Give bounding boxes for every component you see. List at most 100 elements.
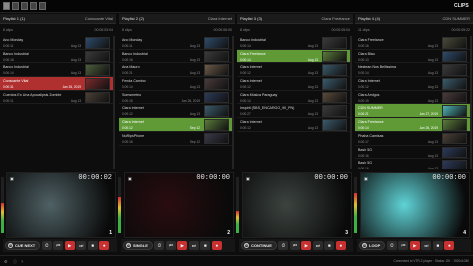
clip-row[interactable]: Clara Internet 0:00:12 Aug 13 [237, 63, 350, 78]
playlist-title[interactable]: Playlist 2 (2) [122, 14, 144, 23]
clip-date: Aug 13 [427, 44, 438, 48]
clip-row[interactable]: NuRipsPhone 0:00:16 Sep 12 [119, 132, 232, 146]
clip-duration: 0:00:11 [3, 98, 14, 103]
playlist-title[interactable]: Playlist 4 (4) [358, 14, 380, 23]
layout-1-button[interactable] [3, 2, 10, 10]
playback-mode-button[interactable]: ↻ CONTINUE [241, 241, 277, 250]
clip-thumbnail [442, 64, 467, 76]
record-icon[interactable]: ⏺ [444, 241, 455, 250]
clip-row[interactable]: Consoante Vital 0:00:31 Jan 26, 2019 [0, 77, 113, 91]
monitor-icon: ▣ [246, 176, 250, 181]
playlist-list: Ano Monday 0:00:11 Aug 13 Banco Industrial 0… [0, 36, 113, 169]
clip-name: Clara Música Paraguay [240, 92, 278, 97]
stop-icon[interactable]: ■ [432, 241, 443, 250]
clip-date: Aug 13 [307, 126, 318, 131]
playback-mode-button[interactable]: ↻ LOOP [359, 241, 386, 250]
clip-row[interactable]: Clara Música Paraguay 0:00:14 Aug 13 [237, 91, 350, 105]
layout-3-button[interactable] [21, 2, 28, 10]
previous-icon[interactable]: ⏮ [289, 241, 300, 250]
clip-row[interactable]: Clara Internet 0:00:12 Sep 12 [119, 118, 232, 132]
timer-icon[interactable]: ⏱ [41, 241, 52, 250]
clip-duration: 0:00:16 [3, 57, 14, 62]
layout-4-button[interactable] [30, 2, 37, 10]
clip-thumbnail [85, 78, 110, 90]
clip-row[interactable]: Nestean Nos Bellissima 0:00:14 Aug 13 [355, 63, 470, 78]
clip-row[interactable]: Somsmeteo 0:00:15 Jan 26, 2019 [119, 91, 232, 105]
clip-duration: 0:00:14 [358, 71, 369, 76]
playback-mode-button[interactable]: ↻ SINGLE [123, 241, 153, 250]
clip-name: Banco Industrial [240, 38, 266, 42]
clip-row[interactable]: Clara Internet 0:00:12 Aug 13 [355, 77, 470, 91]
playlist-scrollbar[interactable] [113, 36, 115, 169]
playlist-scrollbar[interactable] [350, 36, 352, 169]
clip-row[interactable]: Clara Blau 0:00:13 Aug 13 [355, 50, 470, 64]
clip-row[interactable]: Clara Internet 0:00:12 Aug 13 [119, 104, 232, 119]
play-icon[interactable]: ▶ [409, 241, 420, 250]
player-preview[interactable]: ▣ 00:00:00 3 [242, 172, 352, 238]
previous-icon[interactable]: ⏮ [398, 241, 409, 250]
previous-icon[interactable]: ⏮ [165, 241, 176, 250]
timer-icon[interactable]: ⏱ [386, 241, 397, 250]
player-preview[interactable]: ▣ 00:00:02 1 [6, 172, 116, 238]
play-icon[interactable]: ▶ [301, 241, 312, 250]
playlist-scrollbar[interactable] [232, 36, 234, 169]
play-icon[interactable]: ▶ [64, 241, 75, 250]
player-preview[interactable]: ▣ 00:00:00 2 [124, 172, 234, 238]
record-icon[interactable]: ⏺ [99, 241, 110, 250]
clip-row[interactable]: Clara Freelance 0:00:14 Aug 13 [237, 49, 350, 64]
playlist-title[interactable]: Playlist 3 (3) [240, 14, 262, 23]
layout-5-button[interactable] [39, 2, 46, 10]
next-icon[interactable]: ⏭ [312, 241, 323, 250]
clip-row[interactable]: Bash 5G0:00:16 Aug 13 [355, 146, 470, 160]
settings-gear-icon[interactable]: ⚙ [4, 259, 8, 264]
clip-row[interactable]: Clara Freelance 0:00:16 Aug 13 [355, 36, 470, 50]
clip-date: Aug 13 [307, 112, 318, 117]
clip-name: Clara Internet [122, 120, 144, 125]
stop-icon[interactable]: ■ [87, 241, 98, 250]
clip-row[interactable]: Clara Freelance 0:00:14 Jan 26, 2019 [355, 118, 470, 132]
stop-icon[interactable]: ■ [200, 241, 211, 250]
next-icon[interactable]: ⏭ [421, 241, 432, 250]
clip-date: Aug 13 [189, 57, 200, 62]
clip-name: Fenda Camino [122, 79, 146, 84]
clip-row[interactable]: Banco Industrial 0:00:14 Aug 13 [237, 36, 350, 50]
playlist-scrollbar[interactable] [470, 36, 472, 169]
playlist-title[interactable]: Playlist 1 (1) [3, 14, 25, 23]
clip-row[interactable]: Bash 5G0:00:16 Aug 13 [355, 159, 470, 169]
clip-row[interactable]: Inspirit (SBS_ENCARGO_90_PN) 0:00:27 Aug 1… [237, 104, 350, 119]
clip-row[interactable]: Fenda Camino 0:00:14 Aug 13 [119, 77, 232, 91]
layout-2-button[interactable] [12, 2, 19, 10]
help-icon[interactable]: ? [21, 259, 23, 264]
clip-duration: 0:00:12 [122, 112, 133, 117]
record-icon[interactable]: ⏺ [211, 241, 222, 250]
record-icon[interactable]: ⏺ [335, 241, 346, 250]
clip-date: Aug 13 [427, 139, 438, 144]
playback-mode-button[interactable]: ↻ CUE NEXT [5, 241, 41, 250]
status-bar: ⚙ ⓘ ? Connected to VTR-2 player · Status… [0, 255, 473, 266]
clip-row[interactable]: CDN SUMMER 0:00:21 Jan 27, 2019 [355, 104, 470, 119]
clip-row[interactable]: Banco Industrial 0:00:16 Aug 13 [0, 50, 113, 64]
player-preview[interactable]: ▣ 00:00:00 4 [360, 172, 470, 238]
playlist-header: Playlist 3 (3) Clara Freelance [237, 14, 353, 24]
previous-icon[interactable]: ⏮ [53, 241, 64, 250]
clip-row[interactable]: Clara Amigos 0:00:19 Aug 13 [355, 91, 470, 105]
clip-thumbnail [322, 91, 347, 104]
clip-row[interactable]: Cuentos En Una Apocalipsis Zombie 0:00:11… [0, 91, 113, 105]
clip-row[interactable]: Ana Mauro 0:00:21 Aug 13 [119, 63, 232, 78]
player-number: 3 [345, 230, 348, 236]
timer-icon[interactable]: ⏱ [278, 241, 289, 250]
clip-row[interactable]: Banco Industrial 0:00:16 Aug 13 [119, 50, 232, 64]
timer-icon[interactable]: ⏱ [154, 241, 165, 250]
play-icon[interactable]: ▶ [177, 241, 188, 250]
clip-row[interactable]: Ano Monday 0:00:11 Aug 13 [119, 36, 232, 50]
clip-row[interactable]: Banco Industrial 0:00:14 Aug 13 [0, 63, 113, 78]
clip-row[interactable]: Clara Internet 0:00:12 Aug 13 [237, 118, 350, 132]
clip-duration: 0:00:12 [240, 126, 251, 131]
next-icon[interactable]: ⏭ [188, 241, 199, 250]
next-icon[interactable]: ⏭ [76, 241, 87, 250]
info-icon[interactable]: ⓘ [13, 259, 17, 265]
clip-row[interactable]: Phaha Camisas 0:00:17 Aug 13 [355, 132, 470, 146]
clip-row[interactable]: Ano Monday 0:00:11 Aug 13 [0, 36, 113, 50]
clip-row[interactable]: Clara Internet 0:00:12 Aug 13 [237, 77, 350, 91]
stop-icon[interactable]: ■ [324, 241, 335, 250]
